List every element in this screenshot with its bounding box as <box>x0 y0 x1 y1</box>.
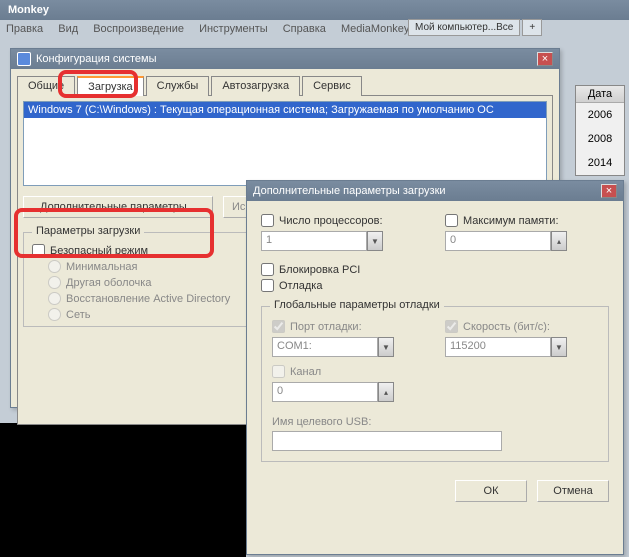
channel-input <box>272 365 285 378</box>
baud-input <box>445 320 458 333</box>
radio-adrepair-label: Восстановление Active Directory <box>66 293 230 305</box>
side-panel: Дата 2006 2008 2014 <box>575 85 625 176</box>
radio-minimal-input <box>48 260 61 273</box>
num-proc-label: Число процессоров: <box>279 215 383 227</box>
radio-altshell-input <box>48 276 61 289</box>
app-title: Monkey <box>8 4 49 16</box>
boot-params-group-title: Параметры загрузки <box>32 225 144 237</box>
max-mem-input[interactable] <box>445 214 458 227</box>
debug-input[interactable] <box>261 279 274 292</box>
adv-titlebar[interactable]: Дополнительные параметры загрузки × <box>247 181 623 201</box>
chevron-down-icon: ▼ <box>551 337 567 357</box>
tab-general[interactable]: Общие <box>17 76 75 96</box>
cancel-button[interactable]: Отмена <box>537 480 609 502</box>
ok-button[interactable]: ОК <box>455 480 527 502</box>
spinner-icon: ▴ <box>378 382 394 402</box>
adv-title: Дополнительные параметры загрузки <box>253 185 446 197</box>
menu-play[interactable]: Воспроизведение <box>93 23 184 35</box>
radio-network-input <box>48 308 61 321</box>
pci-lock-label: Блокировка PCI <box>279 264 360 276</box>
radio-minimal-label: Минимальная <box>66 261 138 273</box>
os-list[interactable]: Windows 7 (C:\Windows) : Текущая операци… <box>23 101 547 186</box>
msconfig-titlebar[interactable]: Конфигурация системы × <box>11 49 559 69</box>
num-proc-checkbox[interactable]: Число процессоров: <box>261 214 425 227</box>
channel-value: 0 <box>272 382 378 402</box>
side-year-2006[interactable]: 2006 <box>576 103 624 127</box>
baud-label: Скорость (бит/с): <box>463 321 550 333</box>
usb-target-input <box>272 431 502 451</box>
safe-mode-label: Безопасный режим <box>50 245 148 257</box>
app-tab-mycomputer[interactable]: Мой компьютер...Все <box>408 19 520 36</box>
advanced-options-window: Дополнительные параметры загрузки × Числ… <box>246 180 624 555</box>
app-titlebar: Monkey <box>0 0 629 20</box>
pci-lock-checkbox[interactable]: Блокировка PCI <box>261 263 609 276</box>
chevron-down-icon: ▼ <box>378 337 394 357</box>
side-year-2008[interactable]: 2008 <box>576 127 624 151</box>
msconfig-title: Конфигурация системы <box>36 53 157 65</box>
side-year-2014[interactable]: 2014 <box>576 151 624 175</box>
close-icon[interactable]: × <box>601 184 617 198</box>
global-debug-group-title: Глобальные параметры отладки <box>270 299 444 311</box>
side-header-date[interactable]: Дата <box>576 86 624 103</box>
menu-view[interactable]: Вид <box>58 23 78 35</box>
msconfig-icon <box>17 52 31 66</box>
pci-lock-input[interactable] <box>261 263 274 276</box>
debug-port-input <box>272 320 285 333</box>
os-selected-entry[interactable]: Windows 7 (C:\Windows) : Текущая операци… <box>24 102 546 118</box>
app-tab-add[interactable]: + <box>522 19 542 36</box>
radio-adrepair-input <box>48 292 61 305</box>
menu-edit[interactable]: Правка <box>6 23 43 35</box>
spinner-icon[interactable]: ▴ <box>551 231 567 251</box>
usb-target-label: Имя целевого USB: <box>272 416 598 428</box>
debug-port-checkbox: Порт отладки: <box>272 320 425 333</box>
safe-mode-input[interactable] <box>32 244 45 257</box>
tab-tools[interactable]: Сервис <box>302 76 362 96</box>
chevron-down-icon[interactable]: ▼ <box>367 231 383 251</box>
menu-help[interactable]: Справка <box>283 23 326 35</box>
tab-startup[interactable]: Автозагрузка <box>211 76 300 96</box>
tab-services[interactable]: Службы <box>146 76 210 96</box>
max-mem-value[interactable]: 0 <box>445 231 551 251</box>
num-proc-input[interactable] <box>261 214 274 227</box>
max-mem-label: Максимум памяти: <box>463 215 559 227</box>
channel-label: Канал <box>290 366 321 378</box>
close-icon[interactable]: × <box>537 52 553 66</box>
debug-port-value: COM1: <box>272 337 378 357</box>
debug-port-label: Порт отладки: <box>290 321 362 333</box>
channel-checkbox: Канал <box>272 365 425 378</box>
radio-altshell-label: Другая оболочка <box>66 277 151 289</box>
max-mem-checkbox[interactable]: Максимум памяти: <box>445 214 609 227</box>
black-region <box>0 423 246 557</box>
baud-value: 115200 <box>445 337 551 357</box>
advanced-options-button[interactable]: Дополнительные параметры... <box>23 196 213 218</box>
tab-boot[interactable]: Загрузка <box>77 76 143 96</box>
debug-label: Отладка <box>279 280 322 292</box>
baud-checkbox: Скорость (бит/с): <box>445 320 598 333</box>
debug-checkbox[interactable]: Отладка <box>261 279 609 292</box>
num-proc-value[interactable]: 1 <box>261 231 367 251</box>
menu-tools[interactable]: Инструменты <box>199 23 268 35</box>
radio-network-label: Сеть <box>66 309 90 321</box>
